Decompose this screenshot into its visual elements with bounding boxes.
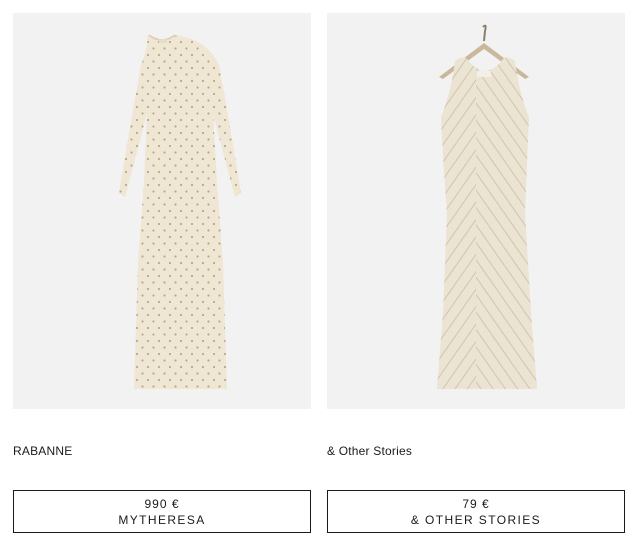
- shop-button-mytheresa[interactable]: 990 € MYTHERESA: [13, 490, 311, 533]
- product-image-other-stories[interactable]: [327, 13, 625, 409]
- store-label: & OTHER STORIES: [410, 513, 542, 527]
- price-label: 79 €: [462, 497, 490, 511]
- long-sleeve-studded-dress-image: [119, 34, 241, 389]
- brand-name: & Other Stories: [327, 444, 413, 458]
- crochet-sleeveless-dress-image: [437, 24, 537, 390]
- brand-name: RABANNE: [13, 444, 73, 458]
- product-image-rabanne[interactable]: [13, 13, 311, 409]
- store-label: MYTHERESA: [118, 513, 206, 527]
- shop-button-other-stories[interactable]: 79 € & OTHER STORIES: [327, 490, 625, 533]
- price-label: 990 €: [144, 497, 180, 511]
